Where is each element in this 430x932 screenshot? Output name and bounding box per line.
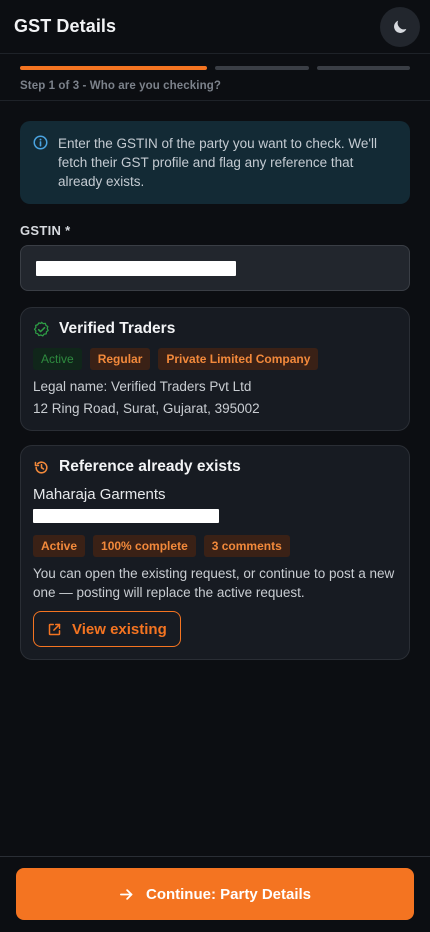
app-header: GST Details bbox=[0, 0, 430, 54]
external-link-icon bbox=[48, 623, 61, 635]
main-content: Enter the GSTIN of the party you want to… bbox=[0, 101, 430, 660]
step-bar-2 bbox=[215, 66, 309, 70]
gstin-value-redacted bbox=[36, 260, 236, 276]
step-label: Step 1 of 3 - Who are you checking? bbox=[20, 80, 221, 92]
continue-button[interactable]: Continue: Party Details bbox=[16, 868, 414, 920]
existing-reference-card: Reference already exists Maharaja Garmen… bbox=[20, 445, 410, 660]
reference-title: Reference already exists bbox=[59, 458, 241, 475]
legal-name: Legal name: Verified Traders Pvt Ltd bbox=[33, 379, 252, 394]
badge-taxpayer-type: Regular bbox=[89, 348, 151, 370]
reference-party-name: Maharaja Garments bbox=[33, 486, 166, 503]
footer-bar: Continue: Party Details bbox=[0, 856, 430, 932]
info-icon bbox=[33, 135, 48, 150]
reference-gstin-redacted bbox=[33, 509, 219, 523]
reference-status-badge: Active bbox=[33, 535, 86, 557]
reference-message: You can open the existing request, or co… bbox=[33, 566, 395, 600]
info-text: Enter the GSTIN of the party you want to… bbox=[58, 136, 377, 189]
verified-party-card: Verified Traders Active Regular Private … bbox=[20, 307, 410, 431]
info-banner: Enter the GSTIN of the party you want to… bbox=[20, 121, 410, 204]
party-address: 12 Ring Road, Surat, Gujarat, 395002 bbox=[33, 401, 260, 416]
arrow-right-icon bbox=[119, 888, 133, 900]
view-existing-button[interactable]: View existing bbox=[33, 611, 181, 647]
verified-party-title: Verified Traders bbox=[59, 320, 176, 337]
page-title: GST Details bbox=[14, 16, 117, 36]
status-badge-active: Active bbox=[33, 348, 82, 370]
step-bar-3 bbox=[317, 66, 410, 70]
gstin-label: GSTIN * bbox=[20, 223, 71, 238]
gstin-input[interactable] bbox=[20, 245, 410, 291]
theme-toggle-button[interactable] bbox=[380, 6, 420, 47]
progress-stepper: Step 1 of 3 - Who are you checking? bbox=[0, 54, 430, 101]
step-bar-1 bbox=[20, 66, 207, 70]
reference-progress-badge: 100% complete bbox=[93, 535, 196, 557]
reference-comments-badge: 3 comments bbox=[203, 535, 290, 557]
verified-badge-icon bbox=[33, 321, 49, 337]
app-screen: GST Details Step 1 of 3 - Who are you ch… bbox=[0, 0, 430, 932]
badge-constitution: Private Limited Company bbox=[158, 348, 319, 370]
continue-label: Continue: Party Details bbox=[145, 885, 312, 903]
view-existing-label: View existing bbox=[72, 620, 167, 638]
history-icon bbox=[34, 460, 48, 474]
moon-icon bbox=[394, 20, 407, 33]
